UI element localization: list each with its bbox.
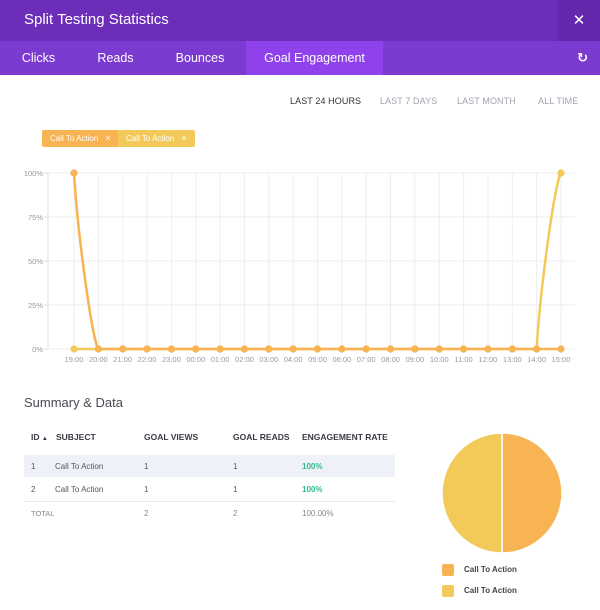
total-goal-views: 2 — [144, 509, 149, 518]
total-goal-reads: 2 — [233, 509, 238, 518]
data-point — [216, 345, 224, 353]
data-point — [70, 345, 78, 353]
data-point — [557, 169, 565, 177]
data-point — [460, 345, 468, 353]
pie-slice — [501, 432, 563, 554]
y-tick-label: 0% — [32, 345, 43, 354]
column-header-id[interactable]: ID ▲ — [31, 432, 48, 442]
data-point — [557, 345, 565, 353]
cell-id: 1 — [31, 462, 36, 471]
pie-slice — [441, 432, 503, 554]
x-tick-label: 19:00 — [65, 355, 84, 364]
y-tick-label: 100% — [24, 169, 44, 178]
cell-goal-reads: 1 — [233, 462, 238, 471]
cell-subject: Call To Action — [55, 462, 104, 471]
legend-swatch — [442, 564, 454, 576]
x-tick-label: 09:00 — [406, 355, 425, 364]
x-tick-label: 11:00 — [454, 355, 472, 364]
cell-goal-views: 1 — [144, 485, 149, 494]
column-header-goal-views[interactable]: GOAL VIEWS — [144, 432, 198, 442]
x-tick-label: 05:00 — [308, 355, 327, 364]
data-point — [143, 345, 151, 353]
data-point — [386, 345, 395, 353]
y-tick-label: 50% — [28, 257, 43, 266]
total-label: TOTAL — [31, 509, 55, 518]
data-point — [313, 345, 322, 353]
total-engagement-rate: 100.00% — [302, 509, 334, 518]
table-row: 2 Call To Action 1 1 100% — [24, 478, 395, 500]
data-point — [484, 345, 492, 353]
cell-id: 2 — [31, 485, 36, 494]
x-tick-label: 23:00 — [162, 355, 181, 364]
x-tick-label: 21:00 — [113, 355, 132, 364]
x-tick-label: 13:00 — [503, 355, 522, 364]
cell-subject: Call To Action — [55, 485, 104, 494]
cell-goal-views: 1 — [144, 462, 149, 471]
legend-label: Call To Action — [464, 565, 517, 574]
data-point — [240, 345, 249, 353]
cell-engagement-rate: 100% — [302, 485, 323, 494]
data-point — [119, 345, 127, 353]
y-tick-label: 75% — [28, 213, 43, 222]
data-point — [508, 345, 516, 353]
data-point — [362, 345, 370, 353]
data-point — [411, 345, 419, 353]
data-point — [289, 345, 297, 353]
column-header-engagement-rate[interactable]: ENGAGEMENT RATE — [302, 432, 388, 442]
data-point — [265, 345, 273, 353]
x-tick-label: 14:00 — [527, 355, 546, 364]
data-point — [192, 345, 200, 353]
data-point — [338, 345, 346, 353]
table-total-row: TOTAL 2 2 100.00% — [24, 502, 395, 524]
cell-engagement-rate: 100% — [302, 462, 323, 471]
x-tick-label: 20:00 — [89, 355, 108, 364]
data-point — [533, 345, 541, 353]
x-tick-label: 08:00 — [381, 355, 400, 364]
column-header-goal-reads[interactable]: GOAL READS — [233, 432, 290, 442]
x-tick-label: 10:00 — [430, 355, 449, 364]
y-tick-label: 25% — [28, 301, 43, 310]
x-tick-label: 03:00 — [259, 355, 278, 364]
x-tick-label: 15:00 — [552, 355, 571, 364]
table-row: 1 Call To Action 1 1 100% — [24, 455, 395, 477]
legend-label: Call To Action — [464, 586, 517, 595]
x-tick-label: 01:00 — [211, 355, 230, 364]
x-tick-label: 02:00 — [235, 355, 254, 364]
x-tick-label: 04:00 — [284, 355, 303, 364]
data-point — [94, 345, 102, 353]
sort-asc-icon: ▲ — [41, 436, 48, 442]
data-point — [435, 345, 443, 353]
x-tick-label: 22:00 — [138, 355, 157, 364]
x-tick-label: 00:00 — [186, 355, 205, 364]
x-tick-label: 07:00 — [357, 355, 376, 364]
cell-goal-reads: 1 — [233, 485, 238, 494]
legend-swatch — [442, 585, 454, 597]
summary-title: Summary & Data — [24, 395, 123, 410]
line-chart: 0% 25% 50% 75% 100% 19:00 20:00 21:00 22:00 23:0… — [24, 169, 575, 364]
column-header-subject[interactable]: SUBJECT — [56, 432, 96, 442]
data-point — [70, 169, 78, 177]
x-tick-label: 12:00 — [479, 355, 498, 364]
data-point — [167, 345, 175, 353]
x-tick-label: 06:00 — [332, 355, 351, 364]
pie-chart — [441, 432, 563, 554]
